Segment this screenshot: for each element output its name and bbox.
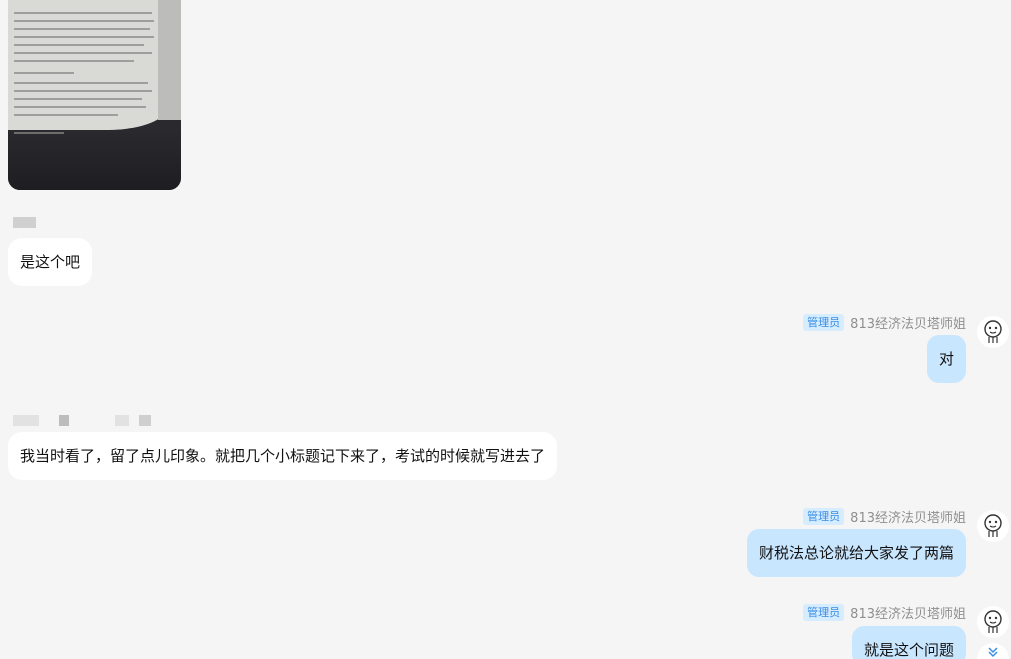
scroll-to-bottom-button[interactable] xyxy=(977,643,1009,659)
message-bubble-admin[interactable]: 就是这个问题 xyxy=(851,626,966,659)
message-bubble-admin[interactable]: 对 xyxy=(926,335,966,383)
photo-next-page xyxy=(158,0,181,120)
message-bubble[interactable]: 是这个吧 xyxy=(8,238,93,286)
admin-name[interactable]: 813经济法贝塔师姐 xyxy=(850,313,966,332)
chat-window: 是这个吧 管理员 813经济法贝塔师姐 对 我当时看了，留了点儿印象。就把几个小… xyxy=(0,0,1011,659)
admin-meta: 管理员 813经济法贝塔师姐 xyxy=(803,507,966,526)
image-message-photo[interactable] xyxy=(8,0,181,190)
sender-name-redacted xyxy=(115,415,129,426)
cartoon-face-icon xyxy=(984,320,1002,343)
admin-badge: 管理员 xyxy=(803,313,845,331)
admin-avatar[interactable] xyxy=(977,606,1009,638)
photo-book-page xyxy=(8,0,168,134)
admin-badge: 管理员 xyxy=(803,603,845,621)
admin-avatar[interactable] xyxy=(977,510,1009,542)
double-chevron-down-icon xyxy=(988,647,998,658)
message-bubble-admin[interactable]: 财税法总论就给大家发了两篇 xyxy=(746,529,966,577)
sender-name-redacted xyxy=(59,415,69,426)
admin-meta: 管理员 813经济法贝塔师姐 xyxy=(803,313,966,332)
cartoon-face-icon xyxy=(984,610,1002,633)
admin-name[interactable]: 813经济法贝塔师姐 xyxy=(850,507,966,526)
cartoon-face-icon xyxy=(984,514,1002,537)
admin-avatar[interactable] xyxy=(977,316,1009,348)
message-bubble[interactable]: 我当时看了，留了点儿印象。就把几个小标题记下来了，考试的时候就写进去了 xyxy=(8,432,558,480)
sender-name-redacted xyxy=(13,217,36,228)
sender-name-redacted xyxy=(139,415,151,426)
sender-name-redacted xyxy=(13,415,39,426)
photo-shadow xyxy=(8,130,181,190)
admin-badge: 管理员 xyxy=(803,507,845,525)
admin-name[interactable]: 813经济法贝塔师姐 xyxy=(850,603,966,622)
admin-meta: 管理员 813经济法贝塔师姐 xyxy=(803,603,966,622)
